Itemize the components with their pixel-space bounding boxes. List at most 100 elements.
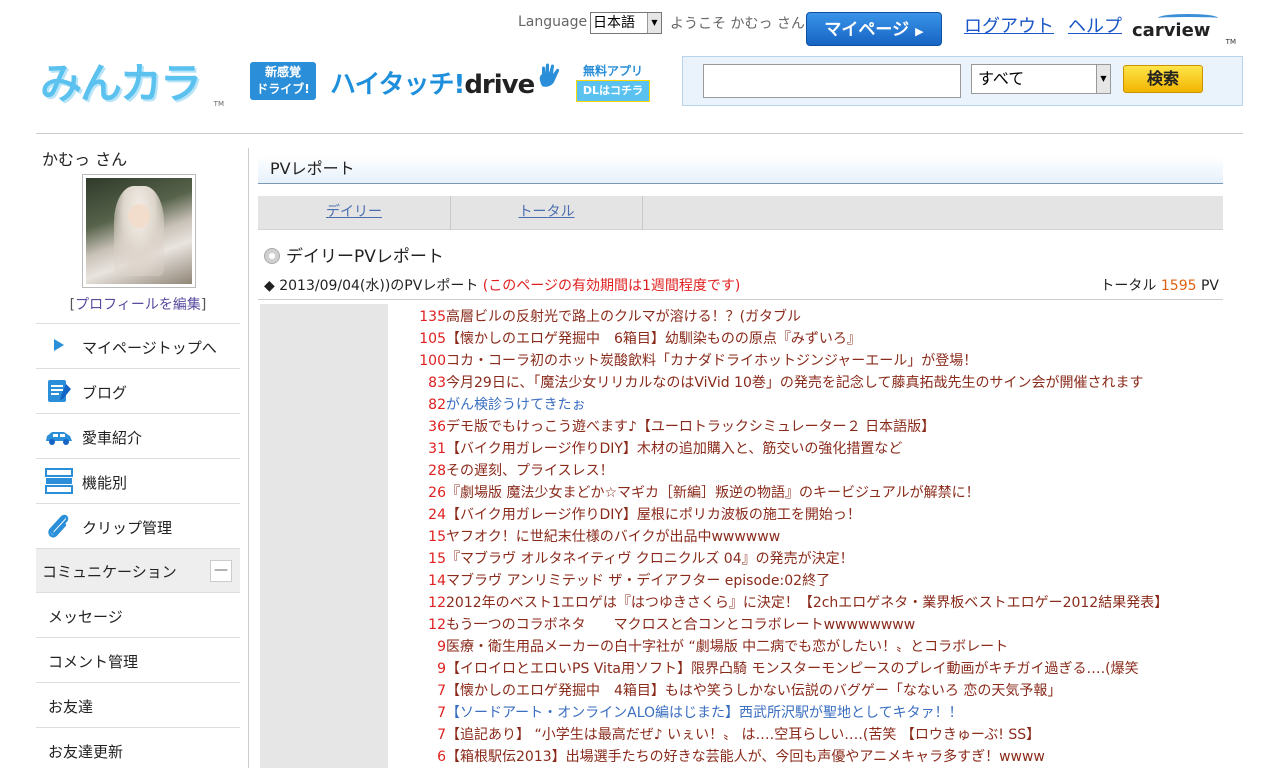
sidebar-item-comments[interactable]: コメント管理 bbox=[36, 637, 240, 682]
promo-banner[interactable]: 新感覚 ドライブ! ハイタッチ!drive 無料アプリ DLはコチラ bbox=[250, 62, 650, 104]
list-item: 28その遅刻、プライスレス！ bbox=[388, 460, 1218, 482]
carview-wordmark: carview bbox=[1132, 20, 1211, 41]
sidebar-item-mypage-top[interactable]: マイページトップへ bbox=[36, 323, 240, 368]
article-link[interactable]: コカ・コーラ初のホット炭酸飲料「カナダドライホットジンジャーエール」が登場！ bbox=[446, 353, 977, 369]
sidebar-divider bbox=[248, 148, 249, 768]
report-date: ◆ 2013/09/04(水))のPVレポート bbox=[264, 278, 479, 294]
daily-heading-text: デイリーPVレポート bbox=[286, 247, 444, 267]
site-header: みんカラ TM 新感覚 ドライブ! ハイタッチ!drive 無料アプリ DLはコ… bbox=[0, 0, 1280, 134]
main-content: PVレポート デイリー トータル デイリーPVレポート ◆ 2013/09/04… bbox=[258, 156, 1223, 768]
article-link[interactable]: マブラヴ アンリミテッド ザ・デイアフター episode:02終了 bbox=[446, 573, 830, 589]
pv-count: 7 bbox=[437, 705, 446, 721]
report-divider bbox=[258, 299, 1223, 300]
page-title: PVレポート bbox=[258, 156, 1223, 184]
tab-total[interactable]: トータル bbox=[451, 196, 643, 230]
promo-main-prefix: ハイタッチ! bbox=[330, 70, 465, 100]
clip-icon bbox=[48, 514, 69, 538]
article-link[interactable]: もう一つのコラボネタ マクロスと合コンとコラボレートwwwwwwww bbox=[446, 617, 915, 633]
welcome-text: ようこそ かむっ さん bbox=[670, 16, 805, 32]
article-link[interactable]: 【懐かしのエロゲ発掘中 6箱目】幼馴染ものの原点『みずいろ』 bbox=[446, 331, 861, 347]
sidebar-item-message[interactable]: メッセージ bbox=[36, 592, 240, 637]
chevron-right-icon: ▶ bbox=[915, 25, 924, 38]
avatar bbox=[86, 178, 192, 284]
list-item: 36デモ版でもけっこう遊べます♪【ユーロトラックシミュレーター２ 日本語版】 bbox=[388, 416, 1218, 438]
article-link[interactable]: デモ版でもけっこう遊べます♪【ユーロトラックシミュレーター２ 日本語版】 bbox=[446, 419, 935, 435]
sidebar-section-label: コミュニケーション bbox=[42, 563, 177, 581]
avatar-frame[interactable] bbox=[82, 174, 196, 288]
list-item: 15ヤフオク！に世紀末仕様のバイクが出品中wwwwww bbox=[388, 526, 1218, 548]
chevron-down-icon: ▼ bbox=[647, 13, 661, 33]
list-icon bbox=[45, 468, 73, 494]
help-link[interactable]: ヘルプ bbox=[1068, 12, 1122, 38]
sidebar-item-car[interactable]: 愛車紹介 bbox=[36, 413, 240, 458]
sidebar-item-label: メッセージ bbox=[48, 608, 123, 626]
article-link[interactable]: 【ソードアート・オンラインALO編はじまた】西武所沢駅が聖地としてキタァ！！ bbox=[446, 705, 963, 721]
sidebar-item-blog[interactable]: ブログ bbox=[36, 368, 240, 413]
pv-count: 12 bbox=[428, 617, 446, 633]
search-input[interactable] bbox=[703, 64, 961, 98]
sidebar-item-friends[interactable]: お友達 bbox=[36, 682, 240, 727]
search-category-select[interactable]: すべて ▼ bbox=[971, 64, 1111, 94]
sidebar-item-clip[interactable]: クリップ管理 bbox=[36, 503, 240, 548]
list-item: 26『劇場版 魔法少女まどか☆マギカ［新編］叛逆の物語』のキービジュアルが解禁に… bbox=[388, 482, 1218, 504]
list-item: 135高層ビルの反射光で路上のクルマが溶ける！？(ガタブル bbox=[388, 306, 1218, 328]
list-item: 9医療・衛生用品メーカーの白十字社が “劇場版 中二病でも恋がしたい！〟とコラボ… bbox=[388, 636, 1218, 658]
promo-main-suffix: drive bbox=[464, 70, 535, 100]
total-label: トータル bbox=[1100, 278, 1157, 294]
article-link[interactable]: 高層ビルの反射光で路上のクルマが溶ける！？(ガタブル bbox=[446, 309, 801, 325]
pv-count: 9 bbox=[437, 661, 446, 677]
list-item: 105【懐かしのエロゲ発掘中 6箱目】幼馴染ものの原点『みずいろ』 bbox=[388, 328, 1218, 350]
language-select[interactable]: 日本語 ▼ bbox=[590, 12, 662, 34]
pv-count: 135 bbox=[419, 309, 446, 325]
article-link[interactable]: 2012年のベスト1エロゲは『はつゆきさくら』に決定！【2chエロゲネタ・業界板… bbox=[446, 595, 1168, 611]
article-link[interactable]: 『マブラヴ オルタネイティヴ クロニクルズ 04』の発売が決定！ bbox=[446, 551, 854, 567]
article-link[interactable]: 【イロイロとエロいPS Vita用ソフト】限界凸騎 モンスターモンピースのプレイ… bbox=[446, 661, 1139, 677]
edit-profile-link[interactable]: プロフィールを編集 bbox=[75, 297, 201, 313]
avatar-face bbox=[128, 204, 150, 228]
search-button[interactable]: 検索 bbox=[1123, 65, 1203, 93]
list-item: 15『マブラヴ オルタネイティヴ クロニクルズ 04』の発売が決定！ bbox=[388, 548, 1218, 570]
minkara-logo[interactable]: みんカラ TM bbox=[40, 58, 226, 110]
pv-count: 31 bbox=[428, 441, 446, 457]
sidebar-item-friend-updates[interactable]: お友達更新 bbox=[36, 727, 240, 768]
sidebar-item-label: コメント管理 bbox=[48, 653, 139, 671]
article-link[interactable]: 今月29日に、「魔法少女リリカルなのはViVid 10巻」の発売を記念して藤真拓… bbox=[446, 375, 1143, 391]
pv-count: 28 bbox=[428, 463, 446, 479]
article-link[interactable]: ヤフオク！に世紀末仕様のバイクが出品中wwwwww bbox=[446, 529, 780, 545]
article-link[interactable]: 【バイク用ガレージ作りDIY】木材の追加購入と、筋交いの強化措置など bbox=[446, 441, 902, 457]
list-item: 24【バイク用ガレージ作りDIY】屋根にポリカ波板の施工を開始っ！ bbox=[388, 504, 1218, 526]
list-item: 31【バイク用ガレージ作りDIY】木材の追加購入と、筋交いの強化措置など bbox=[388, 438, 1218, 460]
promo-app-dl: DLはコチラ bbox=[576, 80, 650, 102]
article-link[interactable]: 医療・衛生用品メーカーの白十字社が “劇場版 中二病でも恋がしたい！〟とコラボレ… bbox=[446, 639, 1008, 655]
list-item: 12もう一つのコラボネタ マクロスと合コンとコラボレートwwwwwwww bbox=[388, 614, 1218, 636]
pv-list: 135高層ビルの反射光で路上のクルマが溶ける！？(ガタブル 105【懐かしのエロゲ… bbox=[388, 306, 1218, 768]
logout-link[interactable]: ログアウト bbox=[964, 12, 1054, 38]
list-item: 100コカ・コーラ初のホット炭酸飲料「カナダドライホットジンジャーエール」が登場… bbox=[388, 350, 1218, 372]
pv-count: 24 bbox=[428, 507, 446, 523]
article-link[interactable]: 【バイク用ガレージ作りDIY】屋根にポリカ波板の施工を開始っ！ bbox=[446, 507, 861, 523]
tab-daily[interactable]: デイリー bbox=[258, 196, 451, 230]
article-link[interactable]: その遅刻、プライスレス！ bbox=[446, 463, 614, 479]
sidebar-item-features[interactable]: 機能別 bbox=[36, 458, 240, 503]
pv-count: 15 bbox=[428, 551, 446, 567]
tab-bar: デイリー トータル bbox=[258, 196, 1223, 230]
total-unit: PV bbox=[1200, 278, 1219, 294]
chevron-down-icon: ▼ bbox=[1096, 65, 1110, 93]
promo-main-text: ハイタッチ!drive bbox=[330, 64, 535, 101]
article-link[interactable]: 【懐かしのエロゲ発掘中 4箱目】もはや笑うしかない伝説のバグゲー「なないろ 恋の… bbox=[446, 683, 1061, 699]
promo-badge-line2: ドライブ! bbox=[256, 82, 310, 96]
article-link[interactable]: 【箱根駅伝2013】出場選手たちの好きな芸能人が、今回も声優やアニメキャラ多すぎ… bbox=[446, 749, 1045, 765]
sidebar-item-label: 機能別 bbox=[82, 474, 128, 492]
language-label: Language bbox=[518, 14, 588, 30]
sidebar-menu: マイページトップへ ブログ 愛車紹介 機能別 クリップ管理 コミュニケーション … bbox=[36, 323, 240, 768]
mypage-button[interactable]: マイページ ▶ bbox=[806, 12, 942, 46]
article-link[interactable]: 【追記あり】 “小学生は最高だぜ♪ いぇい！〟 は‥‥空耳らしい‥‥(苦笑 【ロ… bbox=[446, 727, 1040, 743]
list-item: 6【箱根駅伝2013】出場選手たちの好きな芸能人が、今回も声優やアニメキャラ多す… bbox=[388, 746, 1218, 768]
collapse-button[interactable]: — bbox=[210, 560, 232, 582]
list-item: 83今月29日に、「魔法少女リリカルなのはViVid 10巻」の発売を記念して藤… bbox=[388, 372, 1218, 394]
article-link[interactable]: がん検診うけてきたぉ bbox=[446, 397, 586, 413]
article-link[interactable]: 『劇場版 魔法少女まどか☆マギカ［新編］叛逆の物語』のキービジュアルが解禁に！ bbox=[446, 485, 980, 501]
username: かむっ さん bbox=[42, 150, 128, 169]
carview-logo[interactable]: carview TM bbox=[1132, 14, 1236, 46]
sidebar-section-communication[interactable]: コミュニケーション — bbox=[36, 548, 240, 592]
